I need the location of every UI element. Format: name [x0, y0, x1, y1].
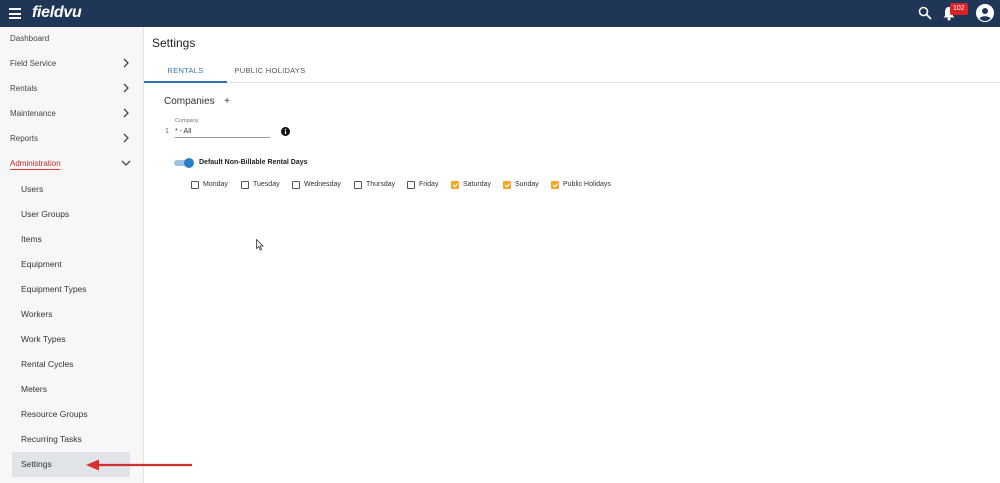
sidebar-item-label: Recurring Tasks	[21, 434, 82, 444]
sidebar-item-meters[interactable]: Meters	[12, 377, 130, 402]
company-field-label: Company	[175, 118, 199, 124]
checkbox-box	[551, 181, 559, 189]
tab-rentals[interactable]: RENTALS	[144, 58, 227, 83]
sidebar-item-label: Work Types	[21, 334, 66, 344]
app-logo[interactable]: fieldvu	[32, 4, 82, 22]
settings-tabs: RENTALS PUBLIC HOLIDAYS	[144, 58, 1000, 83]
company-field[interactable]	[175, 125, 270, 138]
toggle-knob	[184, 158, 194, 168]
sidebar-item-items[interactable]: Items	[12, 227, 130, 252]
checkbox-label: Monday	[203, 181, 228, 188]
chevron-right-icon	[123, 83, 129, 93]
sidebar-item-resource-groups[interactable]: Resource Groups	[12, 402, 130, 427]
sidebar-item-label: Administration	[10, 159, 61, 168]
sidebar: Dashboard Field Service Rentals Maintena…	[0, 27, 144, 483]
sidebar-item-label: Resource Groups	[21, 409, 88, 419]
sidebar-item-rentals[interactable]: Rentals	[0, 77, 143, 102]
chevron-right-icon	[123, 58, 129, 68]
checkbox-box	[292, 181, 300, 189]
sidebar-item-equipment-types[interactable]: Equipment Types	[12, 277, 130, 302]
checkbox-label: Wednesday	[304, 181, 341, 188]
sidebar-item-field-service[interactable]: Field Service	[0, 52, 143, 77]
sidebar-item-label: Items	[21, 234, 42, 244]
checkbox-label: Saturday	[463, 181, 492, 188]
sidebar-item-label: Users	[21, 184, 44, 194]
sidebar-item-equipment[interactable]: Equipment	[12, 252, 130, 277]
info-icon[interactable]	[281, 127, 290, 136]
sidebar-item-label: Meters	[21, 384, 47, 394]
sidebar-item-recurring-tasks[interactable]: Recurring Tasks	[12, 427, 130, 452]
active-underline	[10, 169, 60, 170]
sidebar-item-label: Equipment Types	[21, 284, 87, 294]
sidebar-item-label: Workers	[21, 309, 53, 319]
checkbox-label: Tuesday	[253, 181, 280, 188]
non-billable-toggle[interactable]	[174, 158, 194, 168]
sidebar-item-users[interactable]: Users	[12, 177, 130, 202]
top-app-bar: fieldvu 102	[0, 0, 1000, 27]
sidebar-item-dashboard[interactable]: Dashboard	[0, 27, 143, 52]
company-row-number: 1	[165, 128, 169, 135]
companies-heading: Companies	[164, 96, 215, 107]
checkbox-label: Friday	[419, 181, 439, 188]
sidebar-item-label: Rentals	[10, 84, 38, 93]
add-company-button[interactable]: +	[222, 96, 232, 107]
sidebar-item-label: Settings	[21, 459, 52, 469]
page-title: Settings	[152, 36, 196, 50]
sidebar-item-label: User Groups	[21, 209, 70, 219]
mouse-pointer-icon	[256, 239, 264, 251]
sidebar-item-label: Field Service	[10, 59, 57, 68]
checkbox-label: Thursday	[366, 181, 396, 188]
hamburger-menu-icon[interactable]	[9, 8, 21, 19]
search-icon[interactable]	[918, 6, 932, 20]
notification-badge: 102	[950, 3, 968, 15]
sidebar-item-label: Rental Cycles	[21, 359, 74, 369]
tab-public-holidays[interactable]: PUBLIC HOLIDAYS	[227, 58, 313, 83]
sidebar-item-label: Equipment	[21, 259, 62, 269]
chevron-right-icon	[123, 108, 129, 118]
sidebar-item-label: Dashboard	[10, 34, 50, 43]
sidebar-item-work-types[interactable]: Work Types	[12, 327, 130, 352]
checkbox-box	[503, 181, 511, 189]
sidebar-item-label: Reports	[10, 134, 39, 143]
checkbox-label: Public Holidays	[563, 181, 611, 188]
sidebar-item-user-groups[interactable]: User Groups	[12, 202, 130, 227]
account-circle-icon[interactable]	[976, 4, 994, 22]
sidebar-item-rental-cycles[interactable]: Rental Cycles	[12, 352, 130, 377]
chevron-down-icon	[121, 160, 131, 166]
checkbox-box	[191, 181, 199, 189]
sidebar-item-workers[interactable]: Workers	[12, 302, 130, 327]
sidebar-item-reports[interactable]: Reports	[0, 127, 143, 152]
non-billable-toggle-label: Default Non-Billable Rental Days	[199, 159, 308, 166]
checkbox-box	[451, 181, 459, 189]
checkbox-box	[241, 181, 249, 189]
chevron-right-icon	[123, 133, 129, 143]
annotation-arrow-icon	[86, 459, 192, 471]
checkbox-box	[354, 181, 362, 189]
checkbox-box	[407, 181, 415, 189]
sidebar-item-administration[interactable]: Administration	[0, 152, 143, 177]
sidebar-item-label: Maintenance	[10, 109, 56, 118]
checkbox-label: Sunday	[515, 181, 539, 188]
sidebar-item-maintenance[interactable]: Maintenance	[0, 102, 143, 127]
